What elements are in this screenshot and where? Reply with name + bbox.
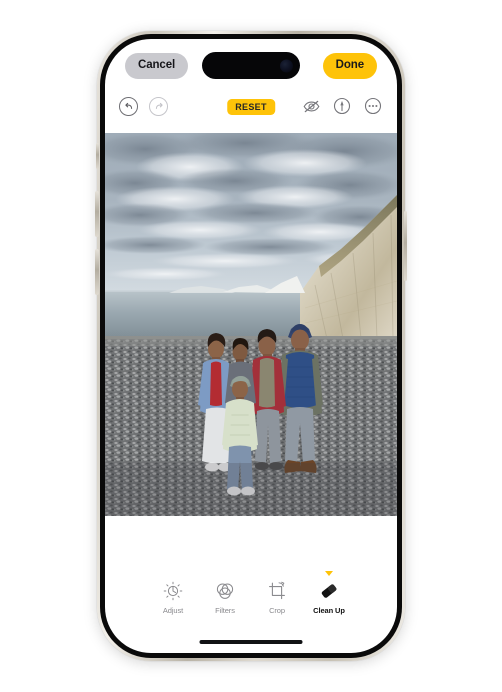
- clean-up-eraser-icon: [318, 580, 340, 602]
- done-button[interactable]: Done: [322, 53, 377, 79]
- home-indicator-bar[interactable]: [199, 640, 303, 644]
- tool-crop-label: Crop: [269, 606, 285, 615]
- adjust-dial-icon: [163, 580, 183, 602]
- silent-switch-button[interactable]: [95, 143, 99, 169]
- eye-slash-icon[interactable]: [301, 96, 321, 116]
- undo-arrow-icon[interactable]: [119, 96, 138, 116]
- markup-controls: [301, 96, 383, 116]
- redo-arrow-icon[interactable]: [149, 96, 168, 116]
- reset-button[interactable]: RESET: [227, 99, 275, 116]
- tool-adjust[interactable]: Adjust: [147, 571, 199, 615]
- history-controls: [119, 96, 168, 116]
- reset-wrap: RESET: [227, 97, 275, 116]
- power-button[interactable]: [403, 211, 407, 281]
- dynamic-island[interactable]: [202, 52, 300, 79]
- cancel-button[interactable]: Cancel: [125, 53, 189, 79]
- selected-indicator-triangle: [325, 571, 333, 576]
- tool-crop[interactable]: Crop: [251, 571, 303, 615]
- filters-circles-icon: [215, 580, 235, 602]
- tool-clean-up-label: Clean Up: [313, 606, 345, 615]
- phone-device-frame: Cancel Done RESET Adjust Filters Crop Cl…: [95, 31, 407, 661]
- tool-filters[interactable]: Filters: [199, 571, 251, 615]
- volume-down-button[interactable]: [95, 249, 99, 295]
- tool-clean-up[interactable]: Clean Up: [303, 571, 355, 615]
- more-ellipsis-icon[interactable]: [363, 96, 383, 116]
- front-camera-icon: [280, 59, 293, 72]
- editor-mode-toolbar: Adjust Filters Crop Clean Up: [105, 571, 397, 615]
- phone-screen: Cancel Done RESET Adjust Filters Crop Cl…: [105, 39, 397, 653]
- beach-cliff-family-photo: [105, 133, 397, 516]
- markup-pen-circle-icon[interactable]: [332, 96, 352, 116]
- editor-tool-row: RESET: [105, 91, 397, 121]
- volume-up-button[interactable]: [95, 191, 99, 237]
- crop-rotate-icon: [267, 580, 287, 602]
- photo-canvas[interactable]: [105, 133, 397, 516]
- tool-adjust-label: Adjust: [162, 606, 184, 615]
- screenshot-root: Cancel Done RESET Adjust Filters Crop Cl…: [0, 0, 502, 692]
- tool-filters-label: Filters: [215, 606, 235, 615]
